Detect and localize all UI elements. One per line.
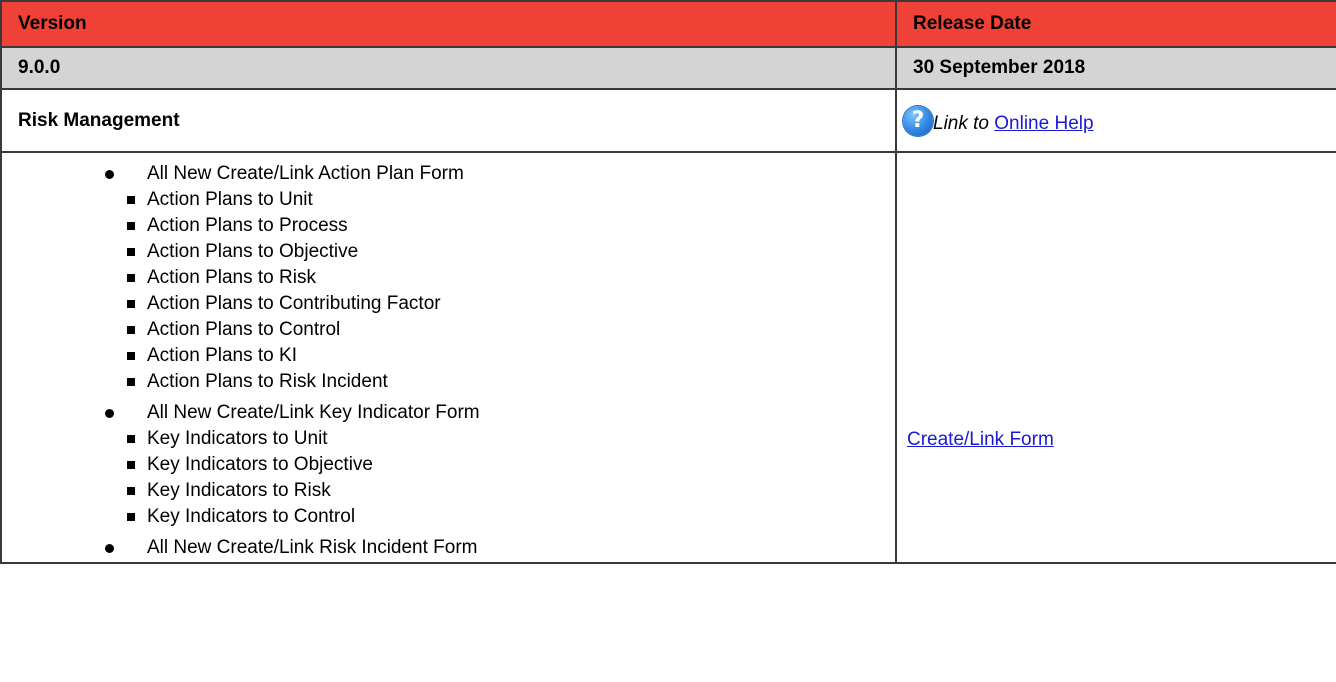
feature-subitem-label: Action Plans to Control <box>147 319 341 340</box>
version-value: 9.0.0 <box>0 46 897 90</box>
square-bullet-icon <box>127 248 135 256</box>
feature-label: All New Create/Link Risk Incident Form <box>147 537 478 558</box>
section-title: Risk Management <box>0 88 897 153</box>
help-cell: ? Link to Online Help <box>895 88 1336 153</box>
feature-subitem-label: Action Plans to Contributing Factor <box>147 293 441 314</box>
features-cell: All New Create/Link Action Plan Form Acti… <box>0 151 897 564</box>
feature-subitem: Action Plans to Risk <box>127 265 895 291</box>
feature-subitem: Action Plans to Risk Incident <box>127 369 895 395</box>
square-bullet-icon <box>127 461 135 469</box>
feature-sublist: Action Plans to Unit Action Plans to Proc… <box>127 187 895 395</box>
feature-subitem-label: Key Indicators to Risk <box>147 480 331 501</box>
square-bullet-icon <box>127 378 135 386</box>
feature-label: All New Create/Link Action Plan Form <box>147 163 464 184</box>
square-bullet-icon <box>127 300 135 308</box>
create-link-form-link[interactable]: Create/Link Form <box>907 429 1054 451</box>
feature-subitem-label: Action Plans to Objective <box>147 241 359 262</box>
square-bullet-icon <box>127 196 135 204</box>
square-bullet-icon <box>127 274 135 282</box>
square-bullet-icon <box>127 435 135 443</box>
release-notes-table: Version Release Date 9.0.0 30 September … <box>0 0 1336 564</box>
square-bullet-icon <box>127 513 135 521</box>
feature-subitem-label: Key Indicators to Unit <box>147 428 328 449</box>
round-bullet-icon <box>105 409 114 418</box>
feature-subitem: Action Plans to KI <box>127 343 895 369</box>
version-header: Version <box>0 0 897 48</box>
feature-item: All New Create/Link Action Plan Form Acti… <box>2 161 895 395</box>
feature-subitem-label: Action Plans to Risk Incident <box>147 371 388 392</box>
round-bullet-icon <box>105 170 114 179</box>
feature-subitem: Action Plans to Objective <box>127 239 895 265</box>
feature-subitem: Key Indicators to Unit <box>127 426 895 452</box>
header-row: Version Release Date <box>0 0 1336 48</box>
feature-subitem-label: Action Plans to Process <box>147 215 348 236</box>
feature-subitem: Action Plans to Control <box>127 317 895 343</box>
feature-item: All New Create/Link Risk Incident Form <box>2 535 895 561</box>
features-row: All New Create/Link Action Plan Form Acti… <box>0 151 1336 564</box>
feature-subitem: Key Indicators to Control <box>127 504 895 530</box>
square-bullet-icon <box>127 326 135 334</box>
feature-list: All New Create/Link Action Plan Form Acti… <box>2 161 895 561</box>
feature-item: All New Create/Link Key Indicator Form Ke… <box>2 400 895 530</box>
feature-subitem: Action Plans to Unit <box>127 187 895 213</box>
feature-subitem: Action Plans to Contributing Factor <box>127 291 895 317</box>
feature-link-cell <box>895 151 1336 564</box>
online-help-link[interactable]: Online Help <box>994 113 1093 134</box>
help-prefix: Link to <box>933 112 989 134</box>
version-row: 9.0.0 30 September 2018 <box>0 46 1336 90</box>
feature-subitem-label: Action Plans to Risk <box>147 267 316 288</box>
feature-subitem-label: Action Plans to KI <box>147 345 297 366</box>
feature-subitem: Key Indicators to Risk <box>127 478 895 504</box>
round-bullet-icon <box>105 544 114 553</box>
release-date-header: Release Date <box>895 0 1336 48</box>
feature-label: All New Create/Link Key Indicator Form <box>147 402 480 423</box>
feature-subitem-label: Key Indicators to Objective <box>147 454 373 475</box>
square-bullet-icon <box>127 487 135 495</box>
feature-subitem-label: Action Plans to Unit <box>147 189 313 210</box>
section-row: Risk Management ? Link to Online Help <box>0 88 1336 153</box>
release-date-value: 30 September 2018 <box>895 46 1336 90</box>
feature-subitem-label: Key Indicators to Control <box>147 506 356 527</box>
square-bullet-icon <box>127 352 135 360</box>
square-bullet-icon <box>127 222 135 230</box>
feature-subitem: Key Indicators to Objective <box>127 452 895 478</box>
question-mark-help-icon[interactable]: ? <box>903 105 933 136</box>
feature-sublist: Key Indicators to Unit Key Indicators to … <box>127 426 895 530</box>
feature-subitem: Action Plans to Process <box>127 213 895 239</box>
